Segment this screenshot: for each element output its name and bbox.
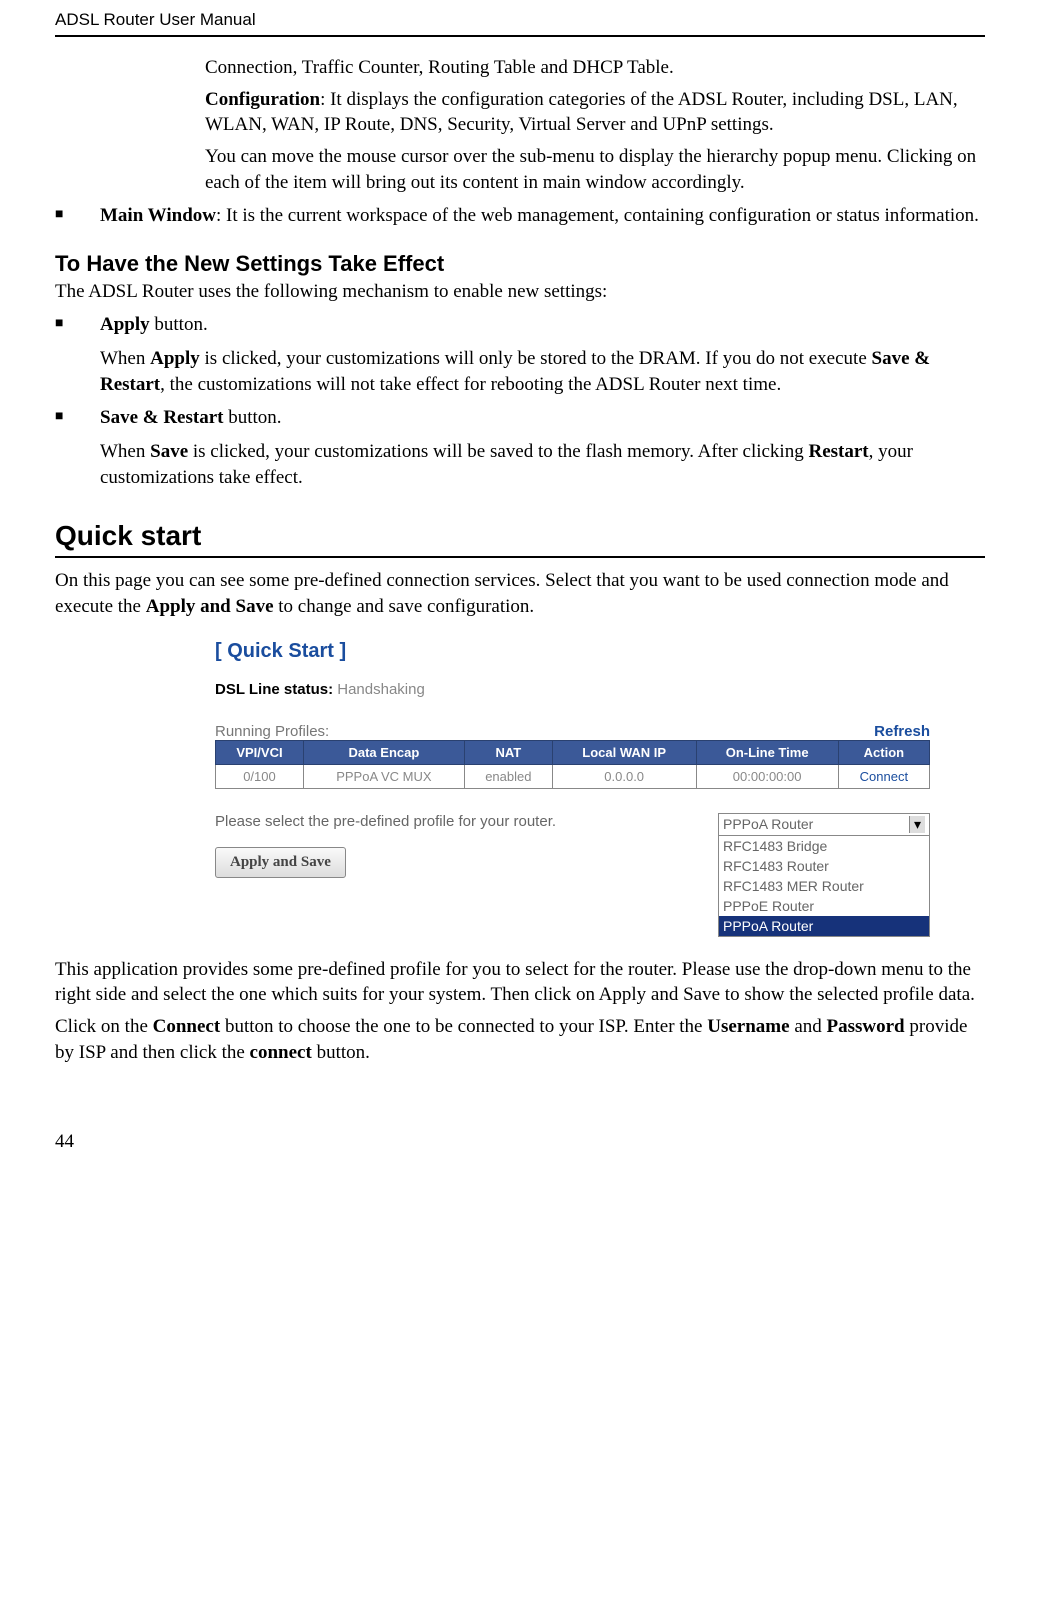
- apply-detail: When Apply is clicked, your customizatio…: [100, 346, 985, 397]
- quick-start-intro: On this page you can see some pre-define…: [55, 568, 985, 619]
- td-online-time: 00:00:00:00: [696, 764, 838, 788]
- running-profiles-label: Running Profiles:: [215, 723, 329, 740]
- td-nat: enabled: [464, 764, 552, 788]
- page-header: ADSL Router User Manual: [55, 0, 985, 37]
- dsl-line-label: DSL Line status:: [215, 681, 333, 698]
- main-window-lead: Main Window: [100, 205, 216, 226]
- profile-option[interactable]: RFC1483 Router: [719, 856, 929, 876]
- table-row: 0/100 PPPoA VC MUX enabled 0.0.0.0 00:00…: [216, 764, 930, 788]
- td-local-wan-ip: 0.0.0.0: [552, 764, 696, 788]
- main-window-bullet: ■ Main Window: It is the current workspa…: [55, 203, 985, 229]
- profile-select-label: Please select the pre-defined profile fo…: [215, 811, 556, 830]
- main-window-rest: : It is the current workspace of the web…: [216, 205, 979, 226]
- quick-start-screenshot: [ Quick Start ] DSL Line status: Handsha…: [215, 640, 930, 937]
- th-data-encap: Data Encap: [303, 740, 464, 764]
- profiles-table: VPI/VCI Data Encap NAT Local WAN IP On-L…: [215, 740, 930, 789]
- page-number: 44: [0, 1101, 1040, 1173]
- profile-option[interactable]: RFC1483 MER Router: [719, 876, 929, 896]
- configuration-label: Configuration: [205, 89, 320, 110]
- settings-effect-intro: The ADSL Router uses the following mecha…: [55, 279, 985, 305]
- bullet-marker-icon: ■: [55, 203, 100, 229]
- profile-selected-value: PPPoA Router: [723, 816, 813, 833]
- th-online-time: On-Line Time: [696, 740, 838, 764]
- connect-action-link[interactable]: Connect: [838, 764, 929, 788]
- apply-lead: Apply: [100, 314, 150, 335]
- profile-option[interactable]: RFC1483 Bridge: [719, 836, 929, 856]
- td-data-encap: PPPoA VC MUX: [303, 764, 464, 788]
- mouse-hover-paragraph: You can move the mouse cursor over the s…: [205, 144, 985, 195]
- save-restart-rest: button.: [223, 407, 281, 428]
- th-action: Action: [838, 740, 929, 764]
- figure-title: [ Quick Start ]: [215, 640, 930, 663]
- profile-option[interactable]: PPPoE Router: [719, 896, 929, 916]
- save-detail: When Save is clicked, your customization…: [100, 439, 985, 490]
- chevron-down-icon[interactable]: ▾: [909, 816, 925, 833]
- profile-option-selected[interactable]: PPPoA Router: [719, 916, 929, 936]
- refresh-link[interactable]: Refresh: [874, 723, 930, 740]
- quick-start-heading: Quick start: [55, 520, 985, 558]
- after-figure-paragraph-2: Click on the Connect button to choose th…: [55, 1014, 985, 1065]
- th-nat: NAT: [464, 740, 552, 764]
- profile-select-list: RFC1483 Bridge RFC1483 Router RFC1483 ME…: [719, 835, 929, 936]
- dsl-line-value: Handshaking: [333, 681, 425, 698]
- apply-and-save-button[interactable]: Apply and Save: [215, 847, 346, 878]
- bullet-marker-icon: ■: [55, 312, 100, 338]
- th-vpivci: VPI/VCI: [216, 740, 304, 764]
- after-figure-paragraph-1: This application provides some pre-defin…: [55, 957, 985, 1008]
- apply-rest: button.: [150, 314, 208, 335]
- td-vpivci: 0/100: [216, 764, 304, 788]
- apply-bullet: ■ Apply button.: [55, 312, 985, 338]
- save-restart-lead: Save & Restart: [100, 407, 223, 428]
- th-local-wan-ip: Local WAN IP: [552, 740, 696, 764]
- connection-line: Connection, Traffic Counter, Routing Tab…: [205, 55, 985, 81]
- save-restart-bullet: ■ Save & Restart button.: [55, 405, 985, 431]
- configuration-paragraph: Configuration: It displays the configura…: [205, 87, 985, 138]
- settings-effect-heading: To Have the New Settings Take Effect: [55, 251, 985, 277]
- bullet-marker-icon: ■: [55, 405, 100, 431]
- profile-select[interactable]: PPPoA Router ▾ RFC1483 Bridge RFC1483 Ro…: [718, 813, 930, 937]
